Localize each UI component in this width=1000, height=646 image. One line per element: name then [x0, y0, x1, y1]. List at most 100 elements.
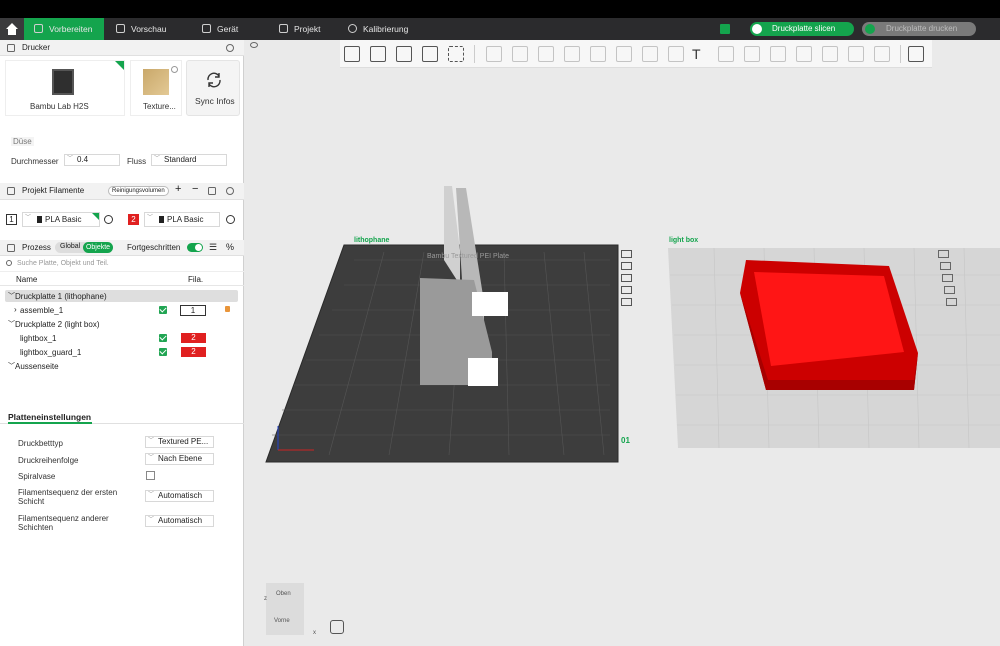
print-dropdown-icon[interactable] [865, 24, 875, 34]
plate-card[interactable]: Texture... [130, 60, 182, 116]
text-tool-icon[interactable]: T [692, 46, 708, 62]
list-icon[interactable]: ☰ [209, 242, 217, 253]
settings-icon[interactable] [946, 298, 957, 306]
global-objects-toggle[interactable]: Global Objekte [55, 242, 113, 253]
support-paint-icon[interactable] [642, 46, 658, 62]
ruler-icon[interactable] [874, 46, 890, 62]
search-field[interactable]: Suche Platte, Objekt und Teil. [0, 257, 244, 272]
arrange-icon[interactable] [940, 262, 951, 270]
selected-corner-icon [115, 61, 124, 70]
view-front-label[interactable]: Vorne [274, 618, 290, 624]
other-layer-seq-select[interactable]: Automatisch [145, 515, 214, 527]
tab-device[interactable]: Gerät [202, 18, 238, 40]
lock-icon[interactable] [225, 306, 230, 312]
lock-icon[interactable] [944, 286, 955, 294]
assembly-icon[interactable] [744, 46, 760, 62]
settings-icon[interactable] [621, 298, 632, 306]
rotate-icon[interactable] [512, 46, 528, 62]
print-plate-button[interactable]: Druckplatte drucken [862, 22, 976, 36]
global-option[interactable]: Global [60, 243, 80, 250]
printer-icon [7, 44, 15, 52]
add-object-icon[interactable] [344, 46, 360, 62]
advanced-toggle[interactable] [187, 243, 203, 252]
lightbox-fila-box[interactable]: 2 [181, 333, 206, 343]
lay-on-face-icon[interactable] [564, 46, 580, 62]
view-cube[interactable]: Oben Vorne [266, 583, 304, 635]
filament-1-select[interactable]: PLA Basic [22, 212, 100, 227]
fuzzy-skin-icon[interactable] [822, 46, 838, 62]
bed-type-select[interactable]: Textured PE... [145, 436, 214, 448]
lightbox-label: lightbox_1 [20, 334, 57, 343]
auto-orient-icon[interactable] [396, 46, 412, 62]
plate-1-name[interactable]: lithophane [354, 237, 389, 244]
lightbox-visible-checkbox[interactable] [159, 334, 167, 342]
slice-plate-button[interactable]: Druckplatte slicen [750, 22, 854, 36]
close-icon[interactable] [938, 250, 949, 258]
view-top-label[interactable]: Oben [276, 591, 291, 597]
filament-2-select[interactable]: PLA Basic [144, 212, 220, 227]
boolean-icon[interactable] [616, 46, 632, 62]
orient-icon[interactable] [942, 274, 953, 282]
first-layer-seq-select[interactable]: Automatisch [145, 490, 214, 502]
tree-item-guard[interactable]: lightbox_guard_1 2 [0, 346, 244, 359]
lock-icon[interactable] [621, 286, 632, 294]
percent-icon[interactable]: % [226, 242, 234, 252]
tree-plate-1[interactable]: ﹀ Druckplatte 1 (lithophane) [5, 290, 238, 302]
diameter-select[interactable]: 0.4 [64, 154, 120, 166]
3d-viewport[interactable]: lithophane light box Bambu Textured PEI … [244, 40, 1000, 646]
grid-view-icon[interactable] [720, 24, 730, 34]
tab-calibration[interactable]: Kalibrierung [348, 18, 408, 40]
brim-ears-icon[interactable] [770, 46, 786, 62]
add-plate-icon[interactable] [370, 46, 386, 62]
filament-1-remove-icon[interactable] [104, 215, 113, 224]
print-sequence-select[interactable]: Nach Ebene [145, 453, 214, 465]
filament-1-index[interactable]: 1 [6, 214, 17, 225]
home-button[interactable] [0, 18, 24, 40]
measure-icon[interactable] [718, 46, 734, 62]
cut-icon[interactable] [590, 46, 606, 62]
remove-filament-button[interactable]: − [192, 183, 198, 195]
plate-2-name[interactable]: light box [669, 237, 698, 244]
orient-icon[interactable] [621, 274, 632, 282]
printer-card[interactable]: Bambu Lab H2S [5, 60, 125, 116]
settings-gear-icon[interactable] [226, 44, 234, 52]
tree-item-assemble[interactable]: › assemble_1 1 [0, 304, 244, 317]
close-icon[interactable] [621, 250, 632, 258]
spiral-vase-checkbox[interactable] [146, 471, 155, 480]
emboss-icon[interactable] [848, 46, 864, 62]
filament-2-index[interactable]: 2 [128, 214, 139, 225]
move-icon[interactable] [486, 46, 502, 62]
flow-select[interactable]: Standard [151, 154, 227, 166]
arrange-icon[interactable] [422, 46, 438, 62]
slice-dropdown-icon[interactable] [752, 24, 762, 34]
info-icon[interactable] [171, 66, 178, 73]
printer-section-title: Drucker [22, 43, 51, 52]
tab-project[interactable]: Projekt [279, 18, 320, 40]
assemble-visible-checkbox[interactable] [159, 306, 167, 314]
tree-item-lightbox[interactable]: lightbox_1 2 [0, 332, 244, 345]
add-filament-button[interactable]: + [175, 183, 181, 195]
scale-icon[interactable] [538, 46, 554, 62]
explode-view-icon[interactable] [908, 46, 924, 62]
split-plates-icon[interactable] [448, 46, 464, 62]
guard-visible-checkbox[interactable] [159, 348, 167, 356]
assemble-fila-box[interactable]: 1 [180, 305, 206, 316]
plate-2-tools [938, 250, 957, 310]
tab-prepare[interactable]: Vorbereiten [24, 18, 104, 40]
fit-view-icon[interactable] [330, 620, 344, 634]
filament-edit-icon[interactable] [208, 187, 216, 195]
filament-2-remove-icon[interactable] [226, 215, 235, 224]
seam-paint-icon[interactable] [668, 46, 684, 62]
objects-option[interactable]: Objekte [83, 242, 113, 253]
arrange-icon[interactable] [621, 262, 632, 270]
filament-settings-icon[interactable] [226, 187, 234, 195]
sync-infos-button[interactable]: Sync Infos [186, 60, 240, 116]
variable-layer-icon[interactable] [796, 46, 812, 62]
home-icon [6, 23, 18, 35]
guard-fila-box[interactable]: 2 [181, 347, 206, 357]
filament-icon [7, 187, 15, 195]
purge-volume-button[interactable]: Reinigungsvolumen [108, 186, 169, 196]
tab-preview[interactable]: Vorschau [116, 18, 166, 40]
tree-outside[interactable]: ﹀ Aussenseite [0, 360, 244, 373]
tree-plate-2[interactable]: ﹀ Druckplatte 2 (light box) [0, 318, 244, 331]
